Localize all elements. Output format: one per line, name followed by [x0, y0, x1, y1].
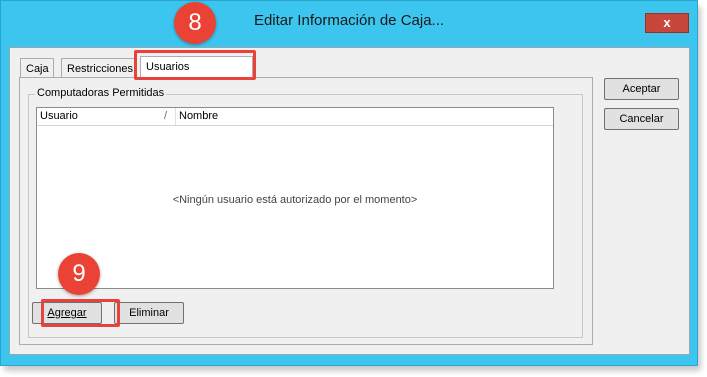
- list-header: Usuario / Nombre: [37, 108, 553, 126]
- step-8-badge: 8: [174, 2, 216, 44]
- cancelar-button[interactable]: Cancelar: [604, 108, 679, 130]
- sort-indicator-icon: /: [163, 110, 167, 122]
- column-label-nombre: Nombre: [179, 110, 219, 122]
- eliminar-label: Eliminar: [129, 307, 169, 319]
- step-9-badge: 9: [58, 253, 100, 295]
- close-button[interactable]: x: [645, 13, 689, 33]
- aceptar-button[interactable]: Aceptar: [604, 78, 679, 100]
- group-label: Computadoras Permitidas: [35, 87, 167, 99]
- tab-caja[interactable]: Caja: [20, 58, 54, 78]
- aceptar-label: Aceptar: [622, 83, 661, 95]
- empty-list-message: <Ningún usuario está autorizado por el m…: [172, 194, 418, 206]
- highlight-usuarios-tab: [134, 50, 256, 80]
- column-label-usuario: Usuario: [40, 110, 78, 122]
- column-header-nombre[interactable]: Nombre: [176, 108, 553, 125]
- cancelar-label: Cancelar: [619, 113, 664, 125]
- highlight-agregar-button: [41, 299, 120, 327]
- column-header-usuario[interactable]: Usuario /: [37, 108, 175, 125]
- close-icon: x: [663, 15, 671, 30]
- tab-restricciones[interactable]: Restricciones: [61, 58, 137, 78]
- authorized-users-list[interactable]: Usuario / Nombre <Ningún usuario está au…: [36, 107, 554, 289]
- window-title: Editar Información de Caja...: [253, 12, 445, 29]
- eliminar-button[interactable]: Eliminar: [114, 302, 184, 324]
